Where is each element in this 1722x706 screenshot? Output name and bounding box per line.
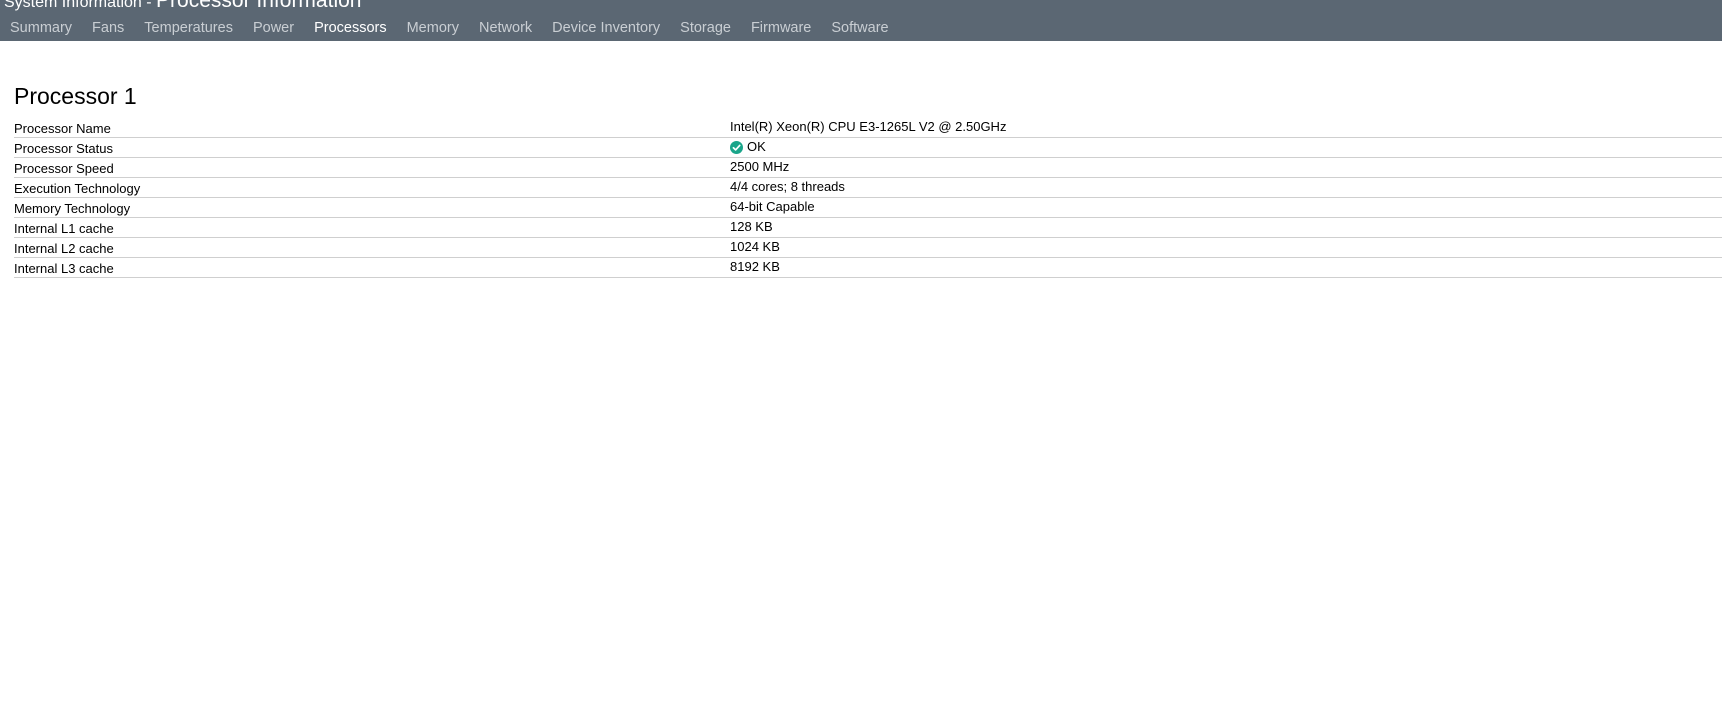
top-header-bar: System Information - Processor Informati…: [0, 0, 1722, 41]
memory-technology-value: 64-bit Capable: [730, 199, 815, 215]
table-row: Memory Technology 64-bit Capable: [14, 198, 1722, 218]
tab-network[interactable]: Network: [479, 19, 532, 37]
page-title-prefix: System Information -: [4, 0, 157, 11]
l3-cache-value: 8192 KB: [730, 259, 780, 275]
processor-status-text: OK: [747, 139, 766, 154]
tab-temperatures[interactable]: Temperatures: [144, 19, 233, 37]
processor-section-title: Processor 1: [14, 83, 137, 109]
l1-cache-text: 128 KB: [730, 219, 773, 234]
l3-cache-text: 8192 KB: [730, 259, 780, 274]
memory-technology-label: Memory Technology: [14, 201, 131, 216]
processor-name-value: Intel(R) Xeon(R) CPU E3-1265L V2 @ 2.50G…: [730, 119, 1006, 135]
tab-storage[interactable]: Storage: [680, 19, 731, 37]
table-row: Processor Speed 2500 MHz: [14, 158, 1722, 178]
tab-firmware[interactable]: Firmware: [751, 19, 811, 37]
tab-fans[interactable]: Fans: [92, 19, 124, 37]
processor-status-label: Processor Status: [14, 141, 113, 156]
tab-summary[interactable]: Summary: [10, 19, 72, 37]
table-row: Internal L2 cache 1024 KB: [14, 238, 1722, 258]
page-title: System Information - Processor Informati…: [4, 0, 361, 13]
execution-technology-label: Execution Technology: [14, 181, 141, 196]
l3-cache-label: Internal L3 cache: [14, 261, 114, 276]
tab-memory[interactable]: Memory: [407, 19, 459, 37]
processor-name-text: Intel(R) Xeon(R) CPU E3-1265L V2 @ 2.50G…: [730, 119, 1007, 134]
processor-info-table: Processor Name Intel(R) Xeon(R) CPU E3-1…: [14, 118, 1722, 278]
nav-tabs: Summary Fans Temperatures Power Processo…: [0, 19, 909, 37]
tab-processors[interactable]: Processors: [314, 19, 387, 37]
tab-power[interactable]: Power: [253, 19, 294, 37]
processor-speed-value: 2500 MHz: [730, 159, 789, 175]
processor-speed-text: 2500 MHz: [730, 159, 790, 174]
l1-cache-label: Internal L1 cache: [14, 221, 114, 236]
check-circle-icon: [730, 140, 743, 154]
processor-name-label: Processor Name: [14, 121, 111, 136]
table-row: Processor Status OK: [14, 138, 1722, 158]
table-row: Execution Technology 4/4 cores; 8 thread…: [14, 178, 1722, 198]
l1-cache-value: 128 KB: [730, 219, 773, 235]
l2-cache-label: Internal L2 cache: [14, 241, 114, 256]
l2-cache-value: 1024 KB: [730, 239, 780, 255]
tab-device-inventory[interactable]: Device Inventory: [552, 19, 660, 37]
table-row: Internal L1 cache 128 KB: [14, 218, 1722, 238]
processor-speed-label: Processor Speed: [14, 161, 114, 176]
tab-software[interactable]: Software: [831, 19, 888, 37]
processor-status-value: OK: [730, 139, 766, 155]
execution-technology-value: 4/4 cores; 8 threads: [730, 179, 845, 195]
page-title-main: Processor Information: [156, 0, 362, 12]
l2-cache-text: 1024 KB: [730, 239, 780, 254]
memory-technology-text: 64-bit Capable: [730, 199, 815, 214]
table-row: Internal L3 cache 8192 KB: [14, 258, 1722, 278]
table-row: Processor Name Intel(R) Xeon(R) CPU E3-1…: [14, 118, 1722, 138]
execution-technology-text: 4/4 cores; 8 threads: [730, 179, 845, 194]
